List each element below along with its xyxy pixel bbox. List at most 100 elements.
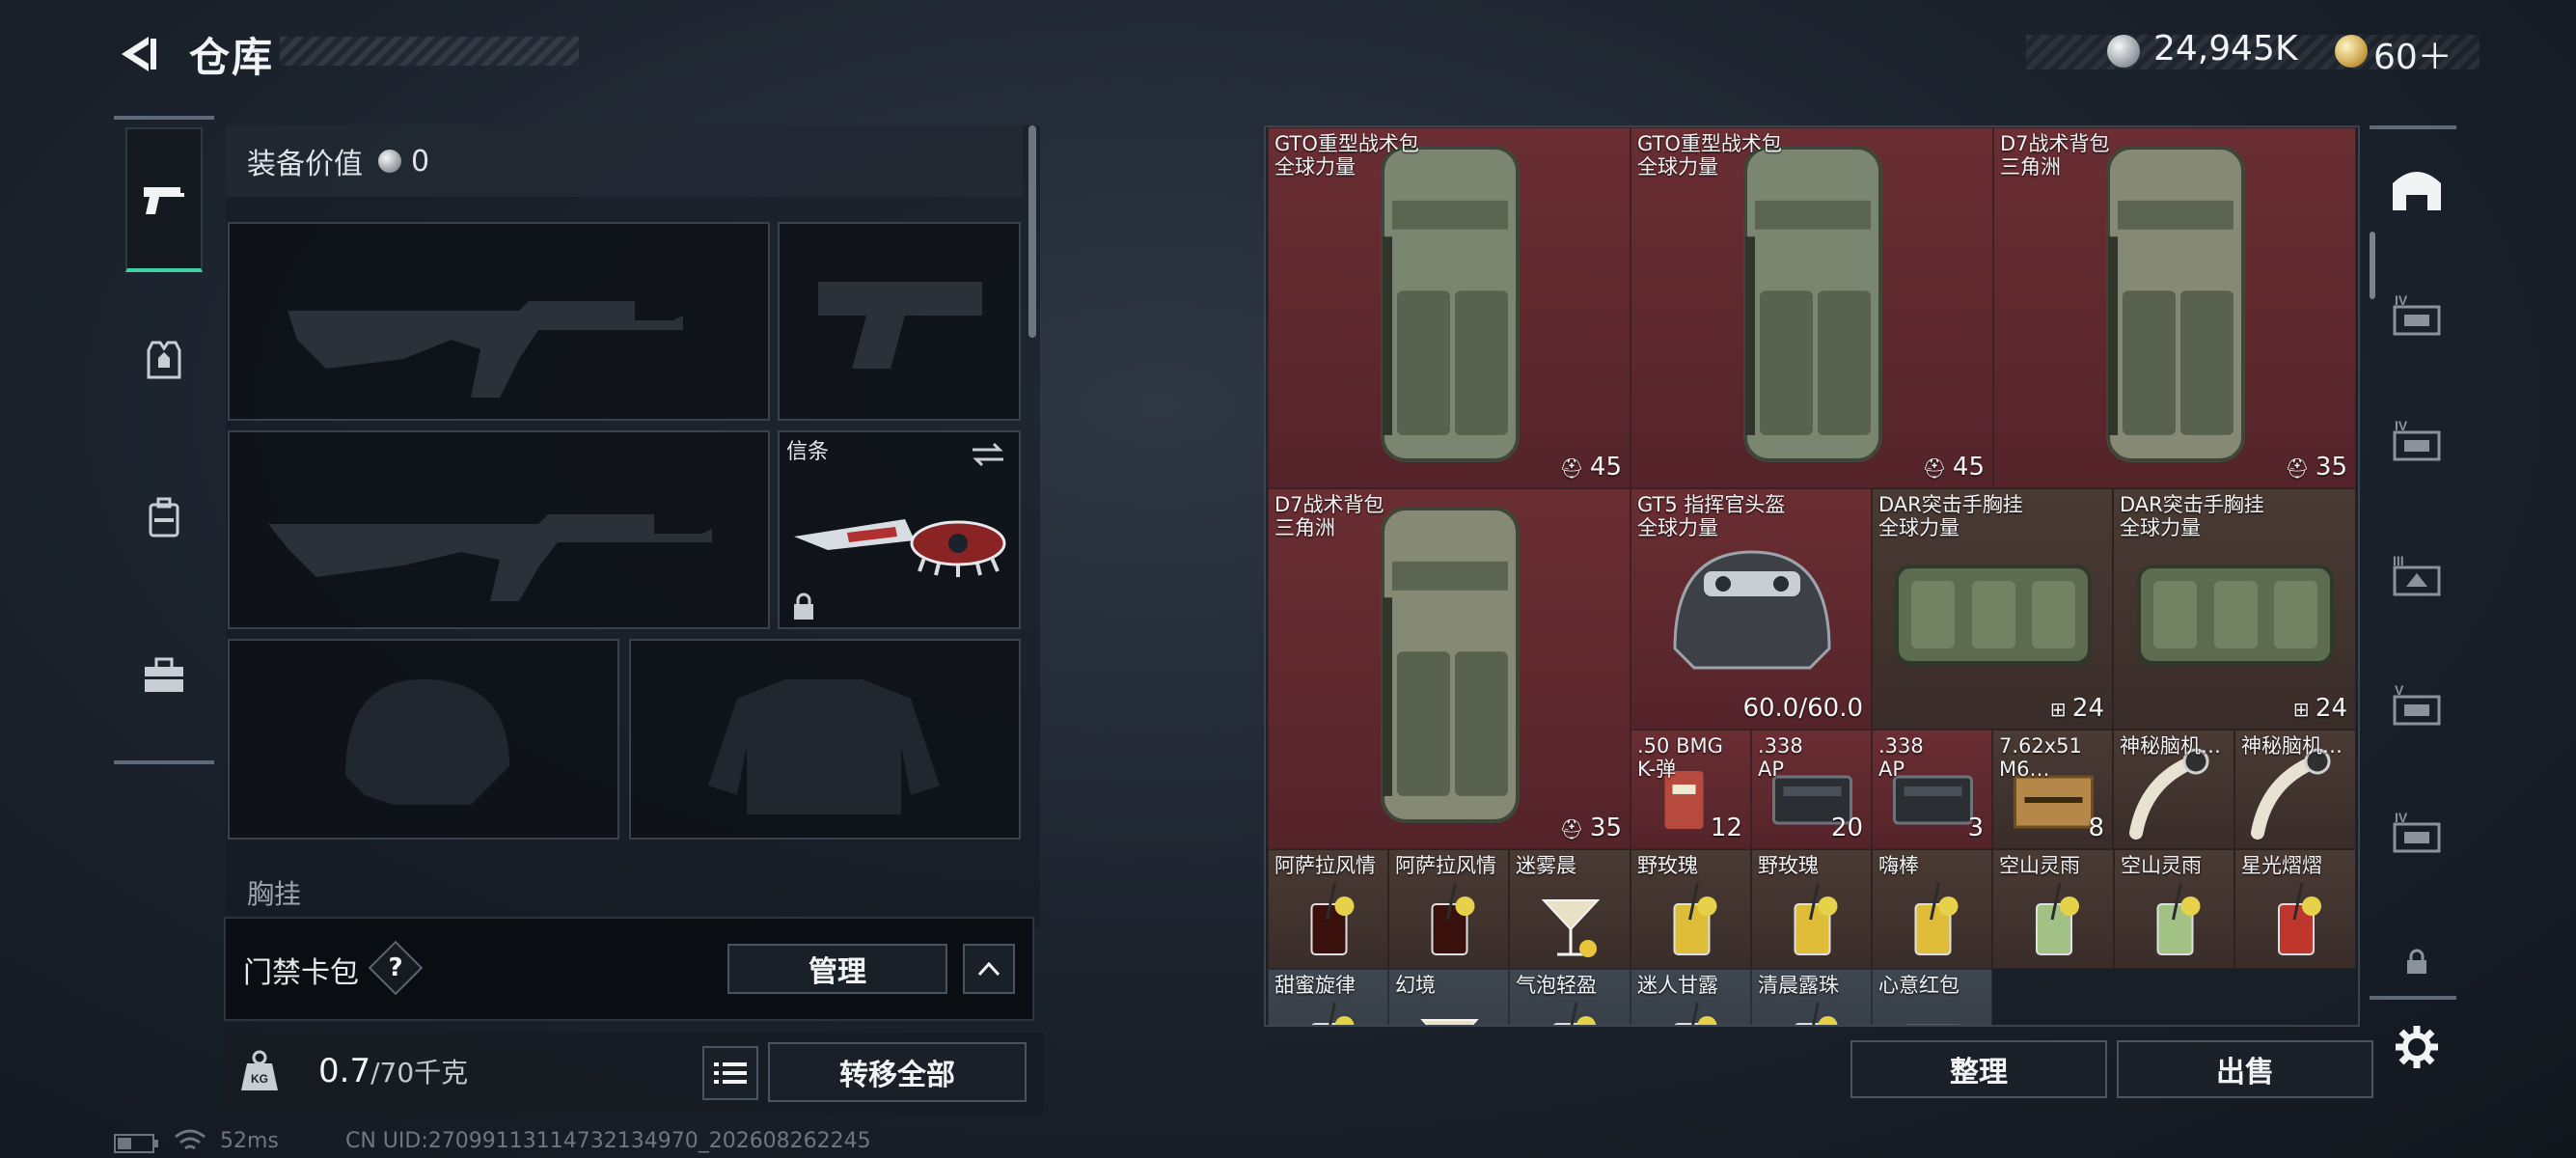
nav-tab-case[interactable] — [125, 604, 203, 749]
grid-item-name: D7战术背包 三角洲 — [2000, 132, 2110, 179]
grid-item[interactable]: 幻境 — [1388, 969, 1509, 1025]
collapse-button[interactable] — [963, 944, 1015, 994]
grid-item[interactable]: 嗨棒 — [1872, 849, 1992, 969]
grid-item-count-value: 3 — [1967, 813, 1984, 842]
grid-item-name: 7.62x51 M6… — [1999, 734, 2082, 781]
nav-tab-armor[interactable] — [125, 288, 203, 432]
grid-item[interactable]: DAR突击手胸挂 全球力量 ⊞ 24 — [1872, 488, 2113, 730]
grid-item-name: 星光熠熠 — [2241, 854, 2322, 877]
storage-box-iii-icon: III — [2393, 554, 2441, 596]
grid-item[interactable]: 迷雾晨 — [1509, 849, 1631, 969]
right-nav-scrollbar[interactable] — [2370, 232, 2375, 299]
grid-item-count: ⛑ 45 — [1559, 453, 1622, 482]
transfer-all-button[interactable]: 转移全部 — [768, 1042, 1027, 1102]
secondary-weapon-slot[interactable] — [228, 430, 770, 629]
nav-tab-weapons[interactable] — [125, 127, 203, 272]
grid-item-name: GTO重型战术包 全球力量 — [1637, 132, 1782, 179]
armor-slot[interactable] — [629, 639, 1021, 840]
keycard-label: 门禁卡包 — [243, 956, 359, 990]
carry-weight: 0.7/70千克 — [318, 1052, 468, 1090]
chevron-up-icon — [977, 961, 1000, 977]
grid-item[interactable]: 神秘脑机… — [2113, 730, 2234, 849]
storage-grid-viewport[interactable]: GTO重型战术包 全球力量 ⛑ 45 GTO重型战术包 全球力量 ⛑ 45 D7战术… — [1268, 127, 2358, 1025]
grid-item-name: GT5 指挥官头盔 全球力量 — [1637, 493, 1786, 539]
grid-item-name: 迷人甘露 — [1637, 974, 1718, 997]
grid-item[interactable]: 神秘脑机… — [2234, 730, 2356, 849]
primary-weapon-slot[interactable] — [228, 222, 770, 421]
rifle-placeholder-icon — [268, 514, 712, 601]
grid-item[interactable]: 阿萨拉风情 — [1388, 849, 1509, 969]
grid-item-name: 空山灵雨 — [2121, 854, 2202, 877]
storage-tab-5[interactable]: V — [2383, 672, 2451, 739]
backpack-icon — [1381, 507, 1520, 823]
grid-item[interactable]: 7.62x51 M6… 8 — [1992, 730, 2113, 849]
grid-item-name: 迷雾晨 — [1516, 854, 1576, 877]
grid-item[interactable]: D7战术背包 三角洲 ⛑ 35 — [1268, 488, 1631, 849]
grid-item[interactable]: DAR突击手胸挂 全球力量 ⊞ 24 — [2113, 488, 2356, 730]
storage-tab-4c[interactable]: IV — [2383, 799, 2451, 867]
grid-item-count-value: 24 — [2315, 694, 2347, 723]
grid-item-count-value: 24 — [2071, 694, 2104, 723]
grid-item[interactable]: 星光熠熠 — [2234, 849, 2356, 969]
sort-button[interactable]: 整理 — [1850, 1040, 2107, 1098]
grid-item[interactable]: D7战术背包 三角洲 ⛑ 35 — [1993, 127, 2356, 488]
weight-icon: KG — [241, 1050, 278, 1090]
pistol-slot[interactable] — [778, 222, 1021, 421]
gold-currency-amount[interactable]: 60＋ — [2373, 29, 2453, 79]
grid-item-count-value: 35 — [1589, 813, 1622, 842]
storage-tab-4b[interactable]: IV — [2383, 407, 2451, 475]
svg-text:IV: IV — [2395, 419, 2408, 433]
grid-item-count: ⊞ 24 — [2293, 694, 2347, 723]
grid-item[interactable]: 心意红包 — [1872, 969, 1992, 1025]
page-title: 仓库 — [189, 34, 275, 81]
grid-item-count: ⊞ 24 — [2050, 694, 2104, 723]
help-icon[interactable]: ? — [376, 949, 415, 987]
grid-item[interactable]: 气泡轻盈 — [1509, 969, 1631, 1025]
list-icon — [714, 1062, 747, 1084]
list-view-button[interactable] — [702, 1046, 758, 1100]
grid-item-count: 3 — [1967, 813, 1984, 842]
chest-rig-label: 胸挂 — [247, 878, 302, 910]
locked-storage-tab[interactable] — [2383, 928, 2451, 996]
settings-button[interactable] — [2383, 1013, 2451, 1081]
manage-button[interactable]: 管理 — [727, 944, 947, 994]
helmet-slot[interactable] — [228, 639, 619, 840]
storage-box-iv-icon: IV — [2393, 419, 2441, 461]
warehouse-icon — [2393, 172, 2441, 210]
wifi-icon — [175, 1129, 206, 1150]
grid-item-count: 8 — [2088, 813, 2104, 842]
back-arrow-icon[interactable] — [114, 31, 160, 77]
weight-capacity: /70千克 — [370, 1057, 469, 1089]
grid-item[interactable]: 阿萨拉风情 — [1268, 849, 1388, 969]
grid-item[interactable]: GTO重型战术包 全球力量 ⛑ 45 — [1631, 127, 1993, 488]
grid-item-name: .338 AP — [1878, 734, 1924, 781]
grid-item[interactable]: GTO重型战术包 全球力量 ⛑ 45 — [1268, 127, 1631, 488]
title-decoration — [280, 37, 579, 66]
grid-item[interactable]: 甜蜜旋律 — [1268, 969, 1388, 1025]
storage-tab-3[interactable]: III — [2383, 542, 2451, 610]
grid-item[interactable]: .50 BMG K-弹 12 — [1631, 730, 1751, 849]
grid-item-name: 心意红包 — [1878, 974, 1959, 997]
loadout-scrollbar[interactable] — [1028, 125, 1036, 338]
grid-item-name: .50 BMG K-弹 — [1637, 734, 1723, 781]
grid-item[interactable]: 清晨露珠 — [1751, 969, 1872, 1025]
sell-button[interactable]: 出售 — [2117, 1040, 2373, 1098]
svg-text:KG: KG — [251, 1072, 268, 1086]
grid-item[interactable]: GT5 指挥官头盔 全球力量 60.0/60.0 — [1631, 488, 1872, 730]
grid-item[interactable]: .338 AP 3 — [1872, 730, 1992, 849]
grid-item[interactable]: 野玫瑰 — [1751, 849, 1872, 969]
gold-coin-icon — [2335, 35, 2368, 68]
grid-item-count-value: 35 — [2315, 453, 2347, 482]
capacity-icon: ⛑ — [1922, 456, 1953, 480]
grid-item[interactable]: .338 AP 20 — [1751, 730, 1872, 849]
grid-item[interactable]: 空山灵雨 — [1992, 849, 2114, 969]
svg-text:V: V — [2395, 683, 2404, 698]
grid-item[interactable]: 空山灵雨 — [2114, 849, 2234, 969]
storage-home-tab[interactable] — [2383, 156, 2451, 224]
grid-item-count: ⛑ 35 — [2285, 453, 2347, 482]
grid-item[interactable]: 迷人甘露 — [1631, 969, 1751, 1025]
storage-tab-4[interactable]: IV — [2383, 282, 2451, 349]
swap-icon[interactable] — [969, 440, 1007, 469]
nav-tab-backpack[interactable] — [125, 446, 203, 591]
grid-item[interactable]: 野玫瑰 — [1631, 849, 1751, 969]
